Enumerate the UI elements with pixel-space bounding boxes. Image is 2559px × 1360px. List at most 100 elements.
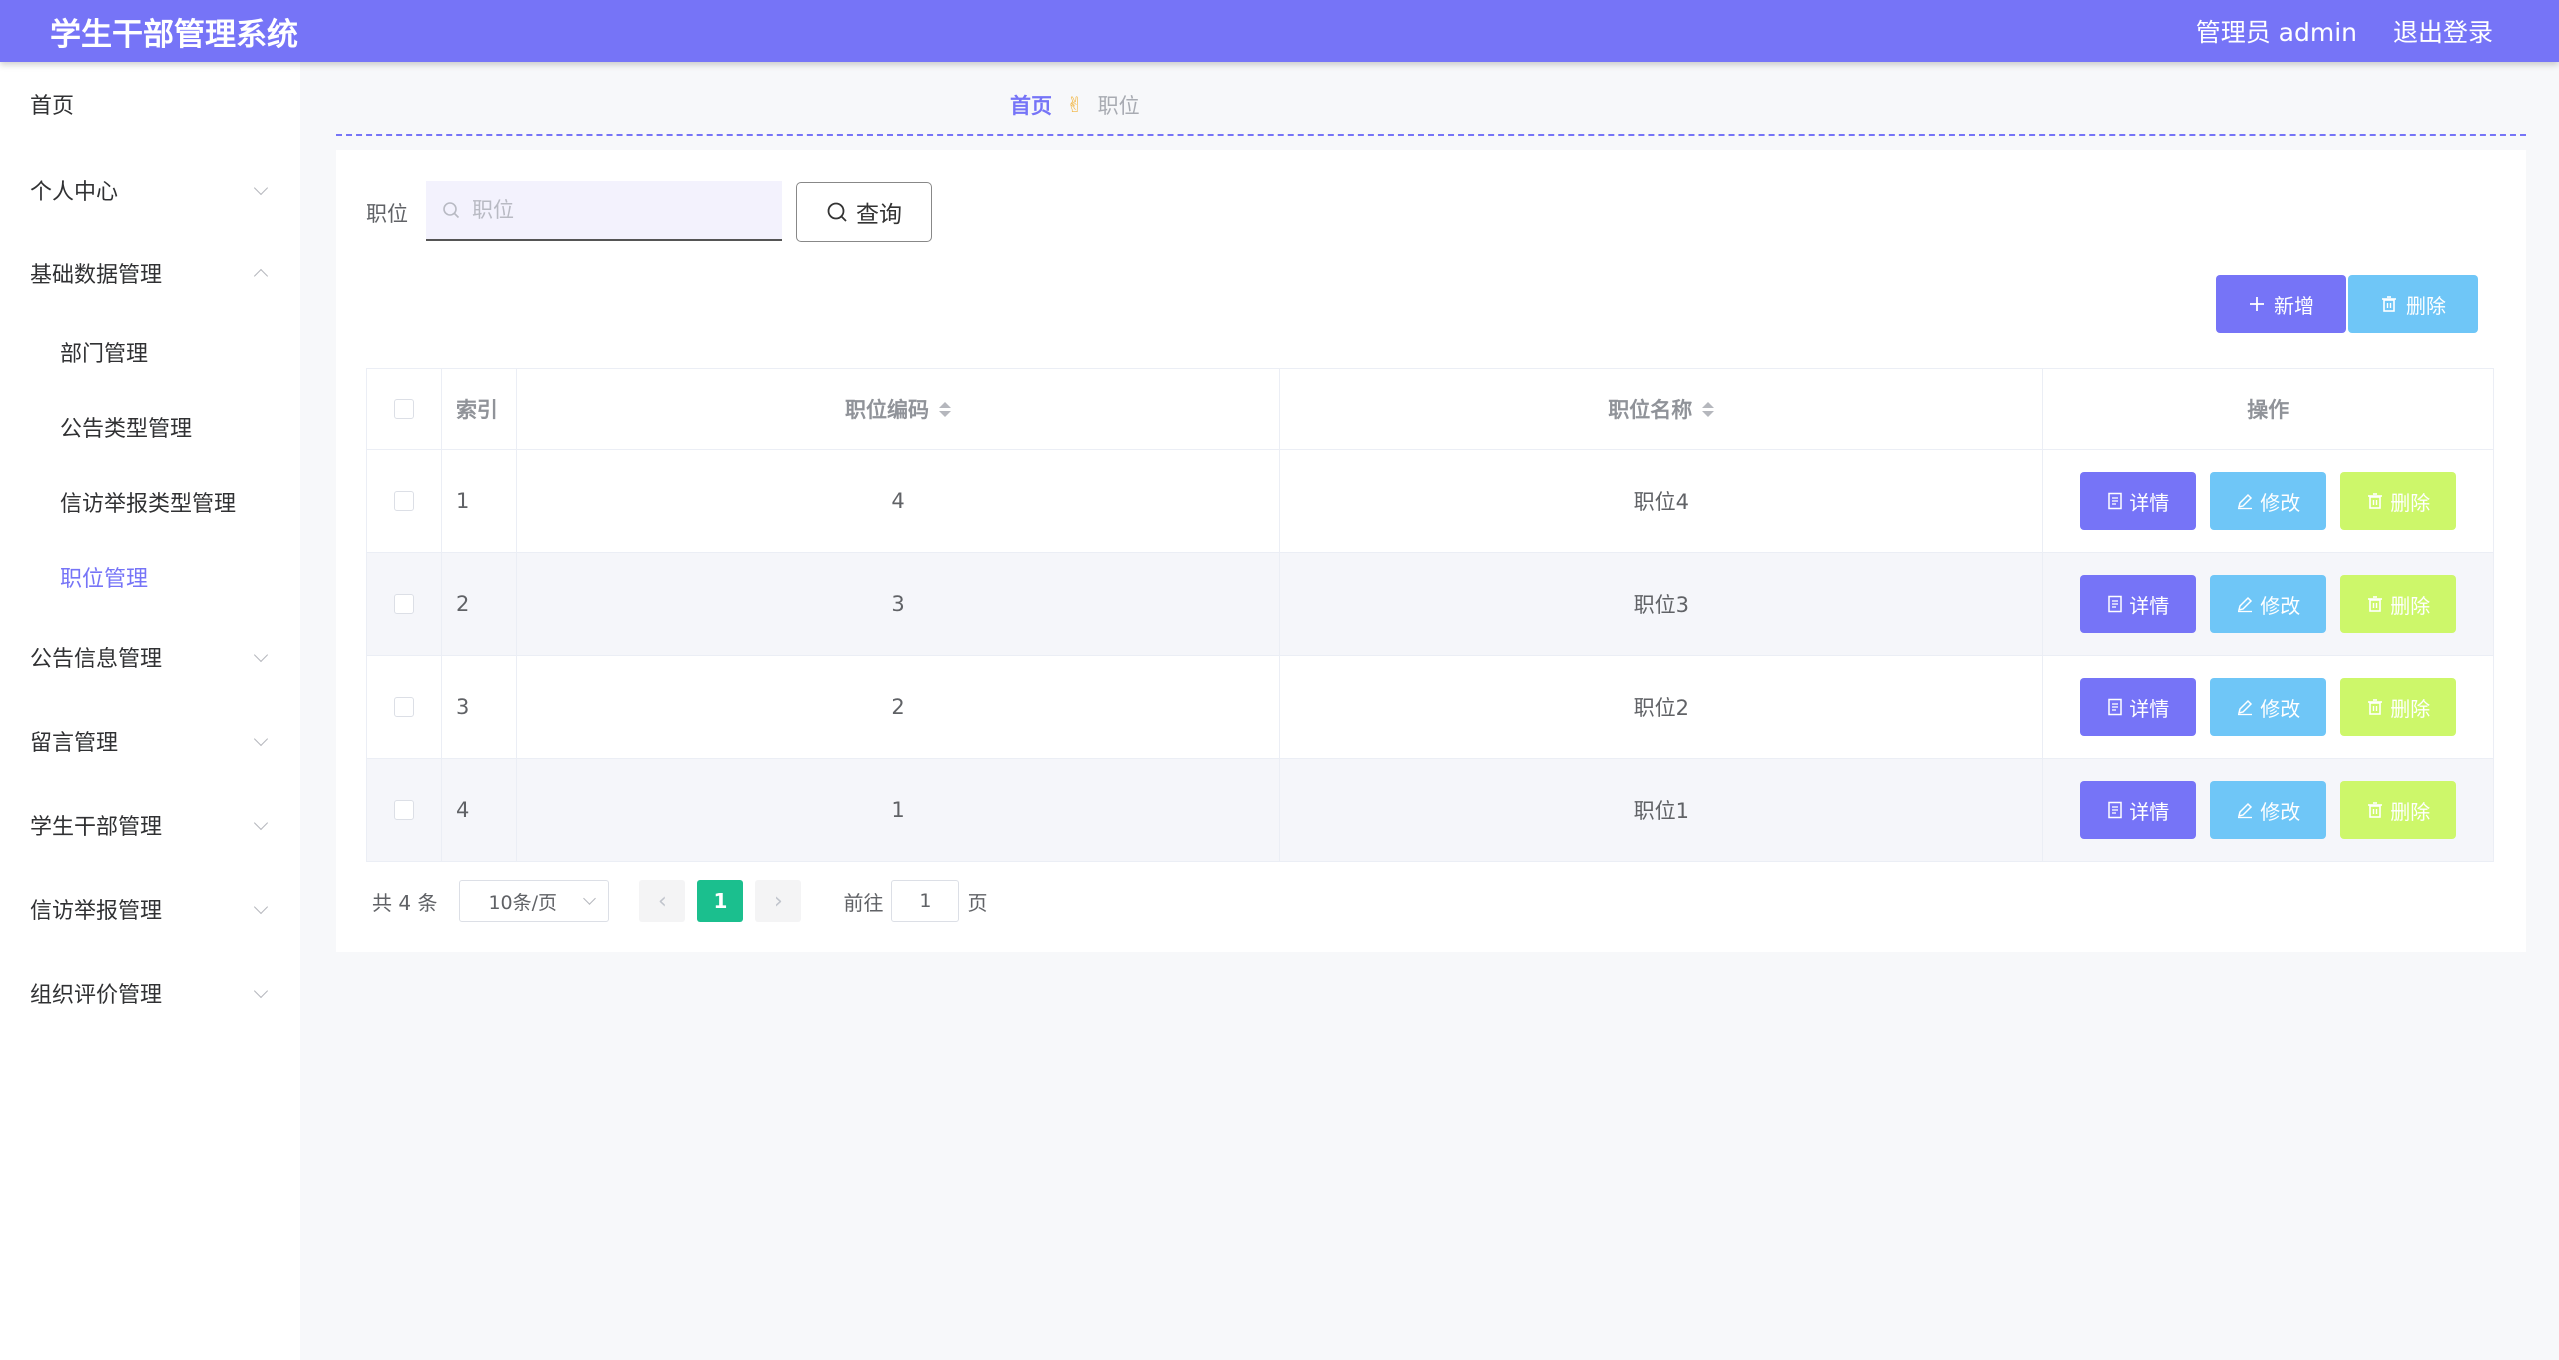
breadcrumb: 首页 ✌ 职位 [1010, 90, 1140, 120]
edit-icon [2238, 802, 2253, 819]
edit-icon [2238, 493, 2253, 510]
search-label: 职位 [366, 202, 408, 226]
victory-hand-icon: ✌ [1066, 93, 1084, 117]
cell-index: 1 [442, 450, 517, 552]
detail-button-label: 详情 [2129, 490, 2170, 515]
current-user-label[interactable]: 管理员 admin [2196, 13, 2357, 49]
prev-page-button[interactable]: ‹ [639, 880, 686, 922]
pagination: 共 4 条 10条/页 ‹ 1 › 前往 页 [372, 880, 987, 922]
cell-code: 2 [517, 656, 1281, 758]
sidebar-item-org-evaluation[interactable]: 组织评价管理 [0, 953, 300, 1033]
select-all-checkbox[interactable] [393, 399, 414, 419]
cell-actions: 详情 修改 删除 [2043, 656, 2493, 758]
table-header-row: 索引 职位编码 职位名称 操作 [367, 369, 2493, 449]
add-button[interactable]: 新增 [2216, 275, 2346, 333]
pagination-total: 共 4 条 [372, 890, 438, 915]
delete-button[interactable]: 删除 [2340, 472, 2457, 530]
delete-button-label: 删除 [2390, 593, 2431, 618]
cell-actions: 详情 修改 删除 [2043, 450, 2493, 552]
edit-icon [2238, 699, 2253, 716]
app-title: 学生干部管理系统 [50, 16, 298, 53]
delete-button[interactable]: 删除 [2340, 575, 2457, 633]
row-checkbox[interactable] [393, 697, 414, 717]
trash-icon [2382, 296, 2396, 312]
sidebar-item-personal-center[interactable]: 个人中心 [0, 150, 300, 230]
row-checkbox[interactable] [393, 594, 414, 614]
cell-code: 3 [517, 553, 1281, 655]
sidebar-item-basic-data[interactable]: 基础数据管理 [0, 233, 300, 313]
cell-index: 4 [442, 759, 517, 861]
sidebar-item-label: 基础数据管理 [30, 263, 163, 288]
detail-button[interactable]: 详情 [2080, 781, 2197, 839]
edit-button[interactable]: 修改 [2210, 575, 2327, 633]
goto-page-input[interactable] [891, 880, 960, 922]
edit-button[interactable]: 修改 [2210, 472, 2327, 530]
detail-button[interactable]: 详情 [2080, 472, 2197, 530]
sidebar-item-position[interactable]: 职位管理 [0, 542, 300, 612]
edit-button-label: 修改 [2260, 490, 2301, 515]
row-check-cell [367, 656, 442, 758]
next-page-button[interactable]: › [755, 880, 802, 922]
goto-suffix: 页 [967, 890, 988, 915]
chevron-down-icon [253, 815, 269, 831]
chevron-left-icon: ‹ [658, 888, 667, 914]
sidebar-item-petition[interactable]: 信访举报管理 [0, 869, 300, 949]
page-size-select[interactable]: 10条/页 [459, 880, 610, 922]
user-area: 管理员 admin 退出登录 [2196, 13, 2493, 49]
sidebar-item-department[interactable]: 部门管理 [0, 317, 300, 387]
sidebar-item-notice-type[interactable]: 公告类型管理 [0, 392, 300, 462]
trash-icon [2368, 596, 2383, 612]
row-checkbox[interactable] [393, 800, 414, 820]
search-icon [827, 202, 847, 222]
sidebar-item-label: 部门管理 [60, 342, 149, 367]
row-check-cell [367, 450, 442, 552]
sidebar-item-home[interactable]: 首页 [0, 64, 300, 144]
batch-delete-button[interactable]: 删除 [2348, 275, 2478, 333]
detail-button-label: 详情 [2129, 593, 2170, 618]
edit-button-label: 修改 [2260, 696, 2301, 721]
cell-name: 职位2 [1280, 656, 2044, 758]
sidebar-item-notice-info[interactable]: 公告信息管理 [0, 617, 300, 697]
sidebar-item-student-cadre[interactable]: 学生干部管理 [0, 785, 300, 865]
chevron-down-icon [253, 731, 269, 747]
detail-button-label: 详情 [2129, 696, 2170, 721]
column-header-name[interactable]: 职位名称 [1280, 369, 2044, 449]
search-input[interactable] [470, 197, 770, 223]
edit-button[interactable]: 修改 [2210, 781, 2327, 839]
search-field[interactable] [426, 181, 782, 241]
sidebar-item-label: 职位管理 [60, 567, 149, 592]
chevron-down-icon [253, 899, 269, 915]
delete-button[interactable]: 删除 [2340, 678, 2457, 736]
edit-icon [2238, 596, 2253, 613]
chevron-up-icon [253, 268, 269, 284]
query-button-label: 查询 [856, 202, 902, 228]
sidebar-item-label: 公告信息管理 [30, 647, 163, 672]
page-size-value: 10条/页 [488, 891, 558, 914]
sidebar-item-label: 个人中心 [30, 180, 119, 205]
breadcrumb-home[interactable]: 首页 [1010, 90, 1052, 120]
position-table: 索引 职位编码 职位名称 操作 1 4 职位4 详情 修改 删除 2 3 职位3… [366, 368, 2494, 862]
column-header-code-label: 职位编码 [845, 398, 930, 422]
table-row: 1 4 职位4 详情 修改 删除 [367, 449, 2493, 552]
content-card: 职位 查询 新增 删除 索引 [336, 150, 2526, 952]
sort-icon[interactable] [939, 401, 952, 417]
sidebar-item-petition-type[interactable]: 信访举报类型管理 [0, 467, 300, 537]
sidebar-item-message[interactable]: 留言管理 [0, 701, 300, 781]
sort-icon[interactable] [1702, 401, 1715, 417]
query-button[interactable]: 查询 [796, 182, 932, 242]
page-number-button[interactable]: 1 [697, 880, 744, 922]
detail-button[interactable]: 详情 [2080, 678, 2197, 736]
column-header-name-label: 职位名称 [1608, 398, 1693, 422]
logout-button[interactable]: 退出登录 [2393, 13, 2493, 49]
goto-page: 前往 页 [843, 880, 987, 922]
column-header-code[interactable]: 职位编码 [517, 369, 1281, 449]
delete-button-label: 删除 [2390, 490, 2431, 515]
trash-icon [2368, 493, 2383, 509]
cell-name: 职位1 [1280, 759, 2044, 861]
cell-actions: 详情 修改 删除 [2043, 759, 2493, 861]
detail-button[interactable]: 详情 [2080, 575, 2197, 633]
edit-button[interactable]: 修改 [2210, 678, 2327, 736]
sidebar-item-label: 首页 [30, 94, 75, 119]
row-checkbox[interactable] [393, 491, 414, 511]
delete-button[interactable]: 删除 [2340, 781, 2457, 839]
